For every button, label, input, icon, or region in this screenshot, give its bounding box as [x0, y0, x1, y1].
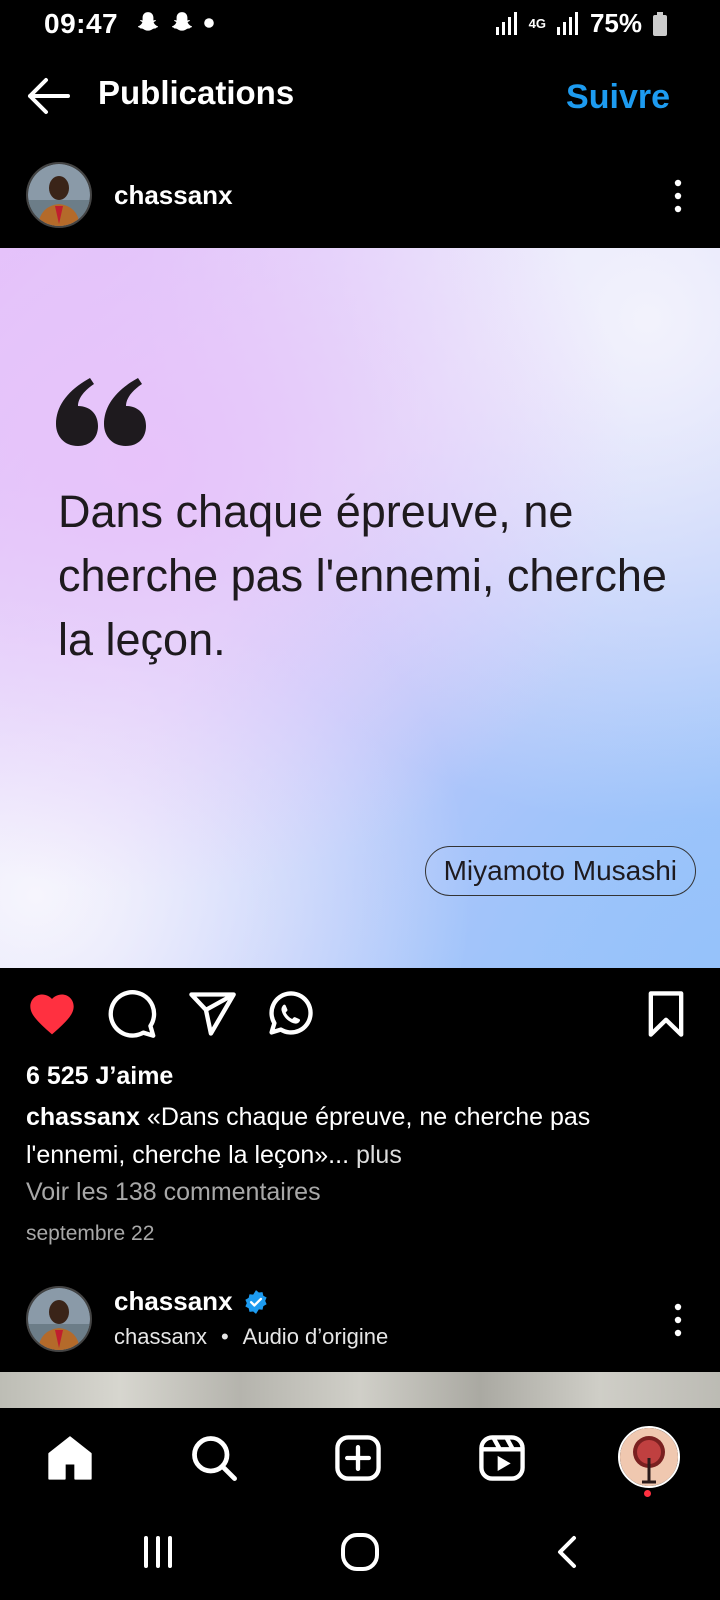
- view-comments-link[interactable]: Voir les 138 commentaires: [26, 1178, 321, 1207]
- next-post-subtitle: chassanx • Audio d’origine: [114, 1324, 388, 1350]
- battery-percent: 75%: [589, 8, 642, 38]
- status-time: 09:47: [44, 8, 119, 39]
- comment-button[interactable]: [106, 988, 158, 1040]
- snapchat-icon: [137, 12, 159, 31]
- next-post-username[interactable]: chassanx: [114, 1286, 233, 1317]
- signal-icon: [556, 11, 578, 35]
- back-button[interactable]: [24, 72, 72, 120]
- arrow-left-icon: [28, 78, 70, 114]
- snapchat-icon: [171, 12, 193, 31]
- next-post-user-row: chassanx: [114, 1286, 269, 1317]
- caption-username[interactable]: chassanx: [26, 1103, 140, 1131]
- system-back-button[interactable]: [550, 1534, 586, 1570]
- nav-create[interactable]: [332, 1432, 384, 1484]
- post-options-button[interactable]: [670, 178, 686, 214]
- next-post-options-button[interactable]: [670, 1302, 686, 1338]
- page-title: Publications: [98, 74, 295, 111]
- home-icon: [48, 1436, 92, 1480]
- send-icon: [189, 992, 236, 1036]
- network-type-label: 4G: [528, 16, 546, 31]
- avatar-image: [28, 164, 90, 226]
- nav-home[interactable]: [44, 1432, 96, 1484]
- audio-link[interactable]: Audio d’origine: [243, 1324, 389, 1350]
- system-navigation-bar: [0, 1506, 720, 1600]
- notification-dot-icon: [204, 18, 214, 28]
- comment-icon: [108, 990, 157, 1038]
- search-icon: [192, 1436, 237, 1481]
- nav-search[interactable]: [188, 1432, 240, 1484]
- avatar[interactable]: [26, 162, 92, 228]
- avatar-image: [28, 1288, 90, 1350]
- share-button[interactable]: [186, 988, 238, 1040]
- bottom-nav: [0, 1410, 720, 1506]
- more-vertical-icon: [674, 1303, 682, 1337]
- quote-mark-icon: [56, 378, 146, 446]
- status-notification-icons: [135, 10, 215, 36]
- whatsapp-share-button[interactable]: [264, 988, 316, 1040]
- home-circle-icon: [341, 1533, 379, 1571]
- save-button[interactable]: [640, 988, 692, 1040]
- heart-icon: [30, 994, 74, 1035]
- post-date: septembre 22: [26, 1222, 155, 1245]
- recent-apps-button[interactable]: [140, 1534, 176, 1570]
- recent-apps-icon: [144, 1536, 172, 1568]
- quote-text: Dans chaque épreuve, ne cherche pas l'en…: [58, 486, 667, 665]
- profile-avatar: [620, 1428, 678, 1486]
- create-icon: [335, 1435, 381, 1481]
- next-post-image-preview[interactable]: [0, 1372, 720, 1408]
- follow-button[interactable]: Suivre: [566, 78, 670, 117]
- post-username[interactable]: chassanx: [114, 180, 233, 211]
- next-post-subuser[interactable]: chassanx: [114, 1324, 207, 1350]
- battery-icon: [653, 11, 667, 36]
- more-vertical-icon: [674, 179, 682, 213]
- reels-icon: [479, 1435, 525, 1481]
- home-system-button[interactable]: [340, 1532, 380, 1572]
- caption-more-link[interactable]: plus: [356, 1141, 402, 1169]
- nav-reels[interactable]: [476, 1432, 528, 1484]
- likes-count[interactable]: 6 525 J’aime: [26, 1062, 173, 1091]
- separator-dot: •: [220, 1324, 229, 1349]
- whatsapp-icon: [269, 991, 313, 1035]
- verified-badge-icon: [244, 1289, 267, 1314]
- author-pill: Miyamoto Musashi: [424, 846, 696, 896]
- status-system-icons: 4G 75%: [495, 8, 668, 39]
- bookmark-icon: [648, 991, 684, 1037]
- chevron-left-icon: [558, 1536, 576, 1568]
- avatar[interactable]: [26, 1286, 92, 1352]
- post-caption: chassanx «Dans chaque épreuve, ne cherch…: [26, 1098, 686, 1174]
- nav-profile[interactable]: [618, 1426, 680, 1488]
- signal-icon: [495, 11, 517, 35]
- like-button[interactable]: [26, 988, 78, 1040]
- notification-dot: [644, 1490, 651, 1497]
- post-image[interactable]: Dans chaque épreuve, ne cherche pas l'en…: [0, 248, 720, 968]
